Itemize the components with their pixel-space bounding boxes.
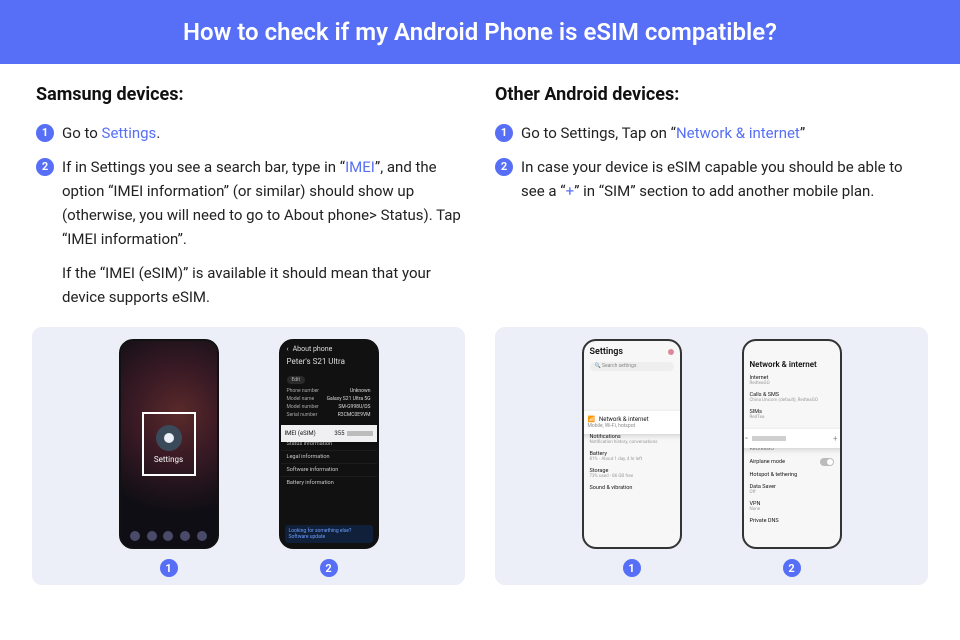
step-number-badge: 2: [36, 158, 54, 176]
gear-icon: [156, 425, 182, 451]
network-internet-highlight: 📶Network & internetMobile, Wi-Fi, hotspo…: [582, 411, 682, 434]
screenshot-badge: 2: [320, 559, 338, 577]
samsung-column: Samsung devices: 1 Go to Settings. 2 If …: [36, 84, 465, 319]
samsung-heading: Samsung devices:: [36, 84, 465, 105]
other-column: Other Android devices: 1 Go to Settings,…: [495, 84, 924, 319]
plus-icon: +: [833, 434, 838, 443]
screenshot-badge: 1: [160, 559, 178, 577]
samsung-step-1: 1 Go to Settings.: [36, 121, 465, 145]
step-number-badge: 1: [495, 124, 513, 142]
sims-plus-highlight: ▫ +: [742, 429, 842, 448]
android-phone-network: Network & internet InternetRedteaGO Call…: [742, 339, 842, 549]
screenshot-panels: Settings 1 ‹About phone Peter's S21 Ultr…: [0, 327, 960, 585]
screenshot-badge: 2: [783, 559, 801, 577]
imei-esim-highlight: IMEI (eSIM) 355: [279, 425, 379, 442]
edit-button: Edit: [287, 376, 305, 384]
plus-link[interactable]: +: [566, 182, 575, 200]
screenshot-badge: 1: [623, 559, 641, 577]
page-title: How to check if my Android Phone is eSIM…: [0, 0, 960, 64]
airplane-toggle-icon: [820, 458, 834, 466]
back-icon: ‹: [287, 345, 289, 353]
samsung-phone-settings: Settings: [119, 339, 219, 549]
network-internet-link[interactable]: Network & internet: [676, 124, 800, 142]
samsung-step-2: 2 If in Settings you see a search bar, t…: [36, 155, 465, 309]
samsung-panel: Settings 1 ‹About phone Peter's S21 Ultr…: [32, 327, 465, 585]
other-step-1: 1 Go to Settings, Tap on “Network & inte…: [495, 121, 924, 145]
other-heading: Other Android devices:: [495, 84, 924, 105]
other-step-2: 2 In case your device is eSIM capable yo…: [495, 155, 924, 203]
samsung-phone-about: ‹About phone Peter's S21 Ultra Edit Phon…: [279, 339, 379, 549]
search-settings-input: 🔍 Search settings: [590, 362, 674, 371]
settings-app-icon: Settings: [146, 416, 192, 472]
step-number-badge: 2: [495, 158, 513, 176]
instructions: Samsung devices: 1 Go to Settings. 2 If …: [0, 64, 960, 327]
avatar-icon: [668, 349, 674, 355]
step-number-badge: 1: [36, 124, 54, 142]
imei-link[interactable]: IMEI: [345, 158, 375, 176]
android-phone-settings: Settings 🔍 Search settings 📶Network & in…: [582, 339, 682, 549]
other-panel: Settings 🔍 Search settings 📶Network & in…: [495, 327, 928, 585]
settings-link[interactable]: Settings: [102, 124, 157, 142]
